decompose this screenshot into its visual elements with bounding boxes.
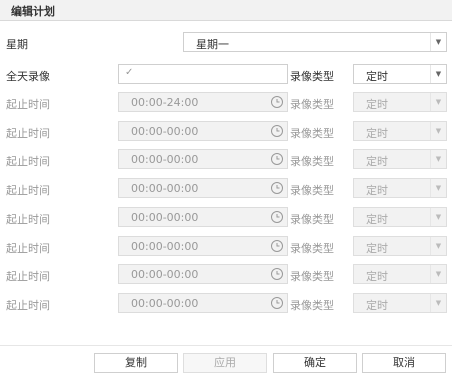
chevron-down-icon: ▼	[430, 65, 446, 83]
time-row-type-label: 录像类型	[290, 184, 334, 197]
time-row-type-select[interactable]: 定时 ▼	[353, 178, 447, 198]
time-row-type-value: 定时	[366, 98, 388, 111]
time-row: 起止时间 00:00-00:00 录像类型 定时 ▼	[0, 236, 452, 258]
time-row-type-label: 录像类型	[290, 155, 334, 168]
clock-icon[interactable]	[270, 210, 284, 224]
time-row-type-select[interactable]: 定时 ▼	[353, 92, 447, 112]
clock-icon[interactable]	[270, 267, 284, 281]
dialog-titlebar: 编辑计划	[0, 0, 452, 21]
time-row-type-value: 定时	[366, 242, 388, 255]
time-range-value: 00:00-00:00	[131, 125, 199, 138]
time-range-value: 00:00-00:00	[131, 240, 199, 253]
time-row: 起止时间 00:00-00:00 录像类型 定时 ▼	[0, 207, 452, 229]
chevron-down-icon: ▼	[430, 208, 446, 226]
chevron-down-icon: ▼	[430, 93, 446, 111]
time-row-type-select[interactable]: 定时 ▼	[353, 149, 447, 169]
chevron-down-icon: ▼	[430, 150, 446, 168]
clock-icon[interactable]	[270, 124, 284, 138]
chevron-down-icon: ▼	[430, 122, 446, 140]
time-row: 起止时间 00:00-00:00 录像类型 定时 ▼	[0, 121, 452, 143]
time-row: 起止时间 00:00-00:00 录像类型 定时 ▼	[0, 178, 452, 200]
cancel-button[interactable]: 取消	[362, 353, 446, 373]
chevron-down-icon: ▼	[430, 294, 446, 312]
copy-button[interactable]: 复制	[94, 353, 178, 373]
chevron-down-icon: ▼	[430, 237, 446, 255]
clock-icon[interactable]	[270, 152, 284, 166]
allday-label: 全天录像	[6, 70, 50, 83]
check-icon: ✓	[125, 67, 134, 78]
day-row: 星期 星期一 ▼	[0, 32, 452, 54]
time-row-label: 起止时间	[6, 270, 50, 283]
time-row: 起止时间 00:00-24:00 录像类型 定时 ▼	[0, 92, 452, 114]
time-row-type-select[interactable]: 定时 ▼	[353, 293, 447, 313]
day-select-value: 星期一	[196, 38, 229, 51]
time-range-value: 00:00-00:00	[131, 211, 199, 224]
time-row-label: 起止时间	[6, 242, 50, 255]
time-range-value: 00:00-00:00	[131, 268, 199, 281]
time-row-type-select[interactable]: 定时 ▼	[353, 236, 447, 256]
allday-checkbox-field[interactable]: ✓	[118, 64, 288, 84]
time-row-label: 起止时间	[6, 213, 50, 226]
time-range-input[interactable]: 00:00-00:00	[118, 264, 288, 284]
time-range-input[interactable]: 00:00-00:00	[118, 149, 288, 169]
time-row-type-value: 定时	[366, 155, 388, 168]
time-range-input[interactable]: 00:00-00:00	[118, 236, 288, 256]
ok-button[interactable]: 确定	[273, 353, 357, 373]
time-row-type-label: 录像类型	[290, 299, 334, 312]
day-label: 星期	[6, 38, 28, 51]
time-row-type-label: 录像类型	[290, 213, 334, 226]
time-row-label: 起止时间	[6, 184, 50, 197]
apply-button[interactable]: 应用	[183, 353, 267, 373]
time-range-value: 00:00-00:00	[131, 297, 199, 310]
time-row-label: 起止时间	[6, 299, 50, 312]
time-row: 起止时间 00:00-00:00 录像类型 定时 ▼	[0, 293, 452, 315]
time-row-type-value: 定时	[366, 299, 388, 312]
time-range-input[interactable]: 00:00-00:00	[118, 207, 288, 227]
time-row-type-label: 录像类型	[290, 270, 334, 283]
day-select[interactable]: 星期一 ▼	[183, 32, 447, 52]
clock-icon[interactable]	[270, 181, 284, 195]
time-row-type-select[interactable]: 定时 ▼	[353, 207, 447, 227]
clock-icon[interactable]	[270, 95, 284, 109]
time-row-type-select[interactable]: 定时 ▼	[353, 264, 447, 284]
time-range-value: 00:00-00:00	[131, 153, 199, 166]
time-row-label: 起止时间	[6, 98, 50, 111]
dialog-title: 编辑计划	[11, 5, 55, 18]
time-range-input[interactable]: 00:00-24:00	[118, 92, 288, 112]
chevron-down-icon: ▼	[430, 33, 446, 51]
time-row-type-value: 定时	[366, 184, 388, 197]
time-range-input[interactable]: 00:00-00:00	[118, 178, 288, 198]
time-range-input[interactable]: 00:00-00:00	[118, 293, 288, 313]
time-row: 起止时间 00:00-00:00 录像类型 定时 ▼	[0, 149, 452, 171]
allday-row: 全天录像 ✓ 录像类型 定时 ▼	[0, 64, 452, 86]
dialog-footer: 复制 应用 确定 取消	[0, 345, 452, 379]
allday-type-label: 录像类型	[290, 70, 334, 83]
time-range-value: 00:00-24:00	[131, 96, 199, 109]
time-row-label: 起止时间	[6, 155, 50, 168]
time-row-type-label: 录像类型	[290, 242, 334, 255]
time-row-type-value: 定时	[366, 213, 388, 226]
clock-icon[interactable]	[270, 239, 284, 253]
time-row-label: 起止时间	[6, 127, 50, 140]
clock-icon[interactable]	[270, 296, 284, 310]
chevron-down-icon: ▼	[430, 179, 446, 197]
time-row: 起止时间 00:00-00:00 录像类型 定时 ▼	[0, 264, 452, 286]
time-row-type-select[interactable]: 定时 ▼	[353, 121, 447, 141]
time-row-type-label: 录像类型	[290, 127, 334, 140]
allday-type-value: 定时	[366, 70, 388, 83]
chevron-down-icon: ▼	[430, 265, 446, 283]
time-range-input[interactable]: 00:00-00:00	[118, 121, 288, 141]
time-row-type-label: 录像类型	[290, 98, 334, 111]
time-row-type-value: 定时	[366, 270, 388, 283]
time-row-type-value: 定时	[366, 127, 388, 140]
allday-type-select[interactable]: 定时 ▼	[353, 64, 447, 84]
time-range-value: 00:00-00:00	[131, 182, 199, 195]
